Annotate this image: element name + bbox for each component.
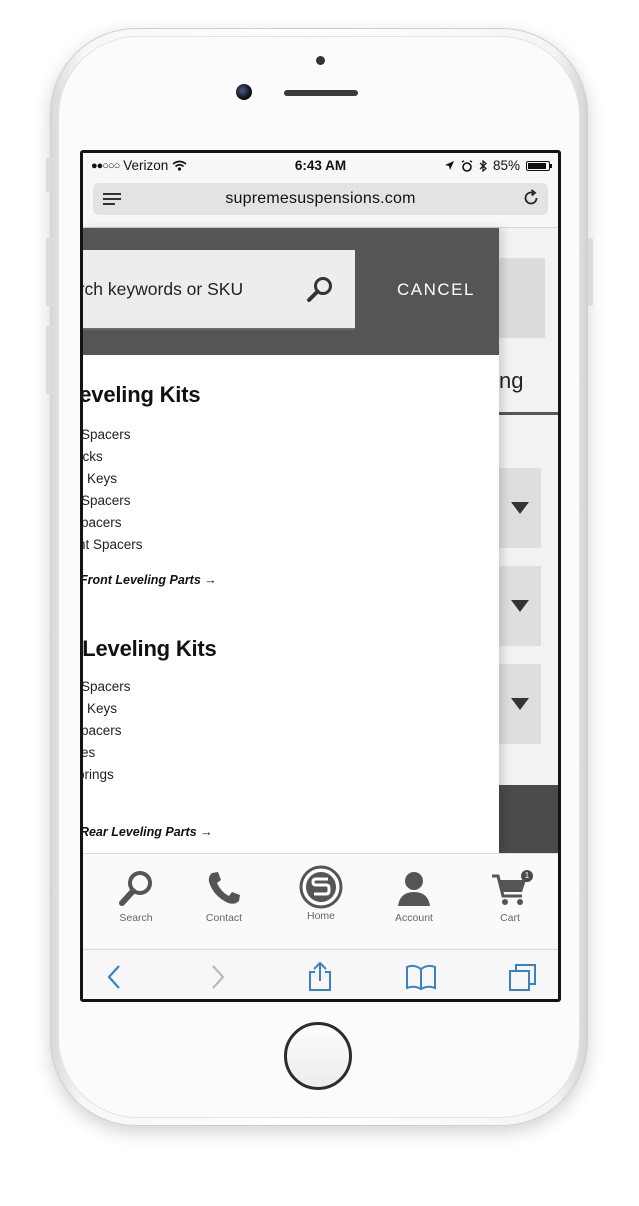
rear-leveling-list: Spacers Keys pacers es prings	[83, 676, 131, 786]
search-icon[interactable]	[305, 275, 335, 305]
background-accordion-1	[499, 468, 541, 548]
cancel-button[interactable]: CANCEL	[397, 280, 475, 300]
battery-icon	[526, 160, 552, 171]
background-footer-band	[499, 785, 558, 853]
menu-link[interactable]: prings	[83, 764, 131, 786]
tabs-icon[interactable]	[507, 962, 539, 992]
front-leveling-kits-heading[interactable]: t Leveling Kits	[83, 382, 201, 408]
alarm-icon	[461, 159, 473, 172]
home-button[interactable]	[284, 1022, 352, 1090]
background-accordion-3	[499, 664, 541, 744]
tab-search[interactable]: Search	[101, 868, 171, 924]
earpiece-speaker	[284, 90, 358, 96]
tab-label-cart: Cart	[500, 912, 520, 924]
site-tab-bar: Search Contact Home Account 1 Cart	[83, 853, 558, 948]
menu-link[interactable]: Spacers	[83, 676, 131, 698]
view-all-rear-link[interactable]: l Rear Leveling Parts →	[83, 825, 213, 839]
tab-label-home: Home	[306, 910, 335, 922]
user-icon	[398, 872, 430, 906]
reload-icon[interactable]	[522, 189, 540, 207]
location-arrow-icon	[444, 161, 454, 170]
bookmarks-icon[interactable]	[405, 962, 437, 992]
logo-icon	[299, 865, 343, 909]
forward-arrow-icon[interactable]	[201, 962, 233, 992]
back-arrow-icon[interactable]	[99, 962, 131, 992]
tab-label-search: Search	[119, 912, 153, 924]
volume-up-button	[46, 238, 51, 306]
menu-link[interactable]: Spacers	[83, 424, 143, 446]
address-bar[interactable]: supremesuspensions.com	[93, 183, 548, 215]
power-button	[588, 238, 593, 306]
menu-link[interactable]: pacers	[83, 512, 143, 534]
rear-leveling-kits-heading[interactable]: r Leveling Kits	[83, 636, 217, 662]
background-heading: ng	[499, 368, 524, 393]
menu-link[interactable]: int Spacers	[83, 534, 143, 556]
menu-link[interactable]: pacers	[83, 720, 131, 742]
front-camera	[236, 84, 252, 100]
menu-link[interactable]: Spacers	[83, 490, 143, 512]
tab-home[interactable]: Home	[286, 865, 356, 922]
bluetooth-icon	[479, 159, 487, 172]
status-bar: ●●○○○ Verizon 6:43 AM 85%	[83, 153, 558, 177]
mute-switch	[46, 158, 51, 192]
reader-mode-icon[interactable]	[103, 193, 121, 205]
menu-link[interactable]: acks	[83, 446, 143, 468]
tab-label-account: Account	[395, 912, 433, 924]
share-icon[interactable]	[304, 962, 336, 992]
tab-cart[interactable]: 1 Cart	[475, 868, 545, 924]
search-icon	[119, 871, 152, 906]
background-accordion-2	[499, 566, 541, 646]
menu-link[interactable]: Keys	[87, 698, 131, 720]
browser-address-area: supremesuspensions.com	[83, 177, 558, 228]
search-input-text: arch keywords or SKU	[83, 278, 244, 299]
browser-toolbar	[83, 949, 558, 999]
tab-account[interactable]: Account	[379, 868, 449, 924]
cart-count-badge: 1	[521, 870, 533, 882]
url-text: supremesuspensions.com	[225, 190, 416, 207]
tab-contact[interactable]: Contact	[189, 868, 259, 924]
search-header: arch keywords or SKU CANCEL	[83, 228, 499, 355]
view-all-front-link[interactable]: l Front Leveling Parts →	[83, 573, 217, 587]
proximity-sensor	[316, 56, 325, 65]
tab-label-contact: Contact	[205, 912, 243, 924]
menu-link[interactable]: es	[83, 742, 131, 764]
battery-percent: 85%	[492, 158, 520, 173]
front-leveling-list: Spacers acks Keys Spacers pacers int Spa…	[83, 424, 143, 556]
background-search-button	[499, 258, 545, 338]
menu-link[interactable]: Keys	[87, 468, 143, 490]
volume-down-button	[46, 326, 51, 394]
search-input[interactable]: arch keywords or SKU	[83, 250, 355, 330]
background-page: ng	[499, 228, 558, 853]
status-right: 85%	[444, 158, 552, 173]
search-panel: arch keywords or SKU CANCEL t Leveling K…	[83, 228, 499, 853]
phone-screen: ●●○○○ Verizon 6:43 AM 85% supremesuspens…	[80, 150, 561, 1002]
background-divider	[499, 412, 558, 415]
phone-icon	[208, 872, 240, 904]
